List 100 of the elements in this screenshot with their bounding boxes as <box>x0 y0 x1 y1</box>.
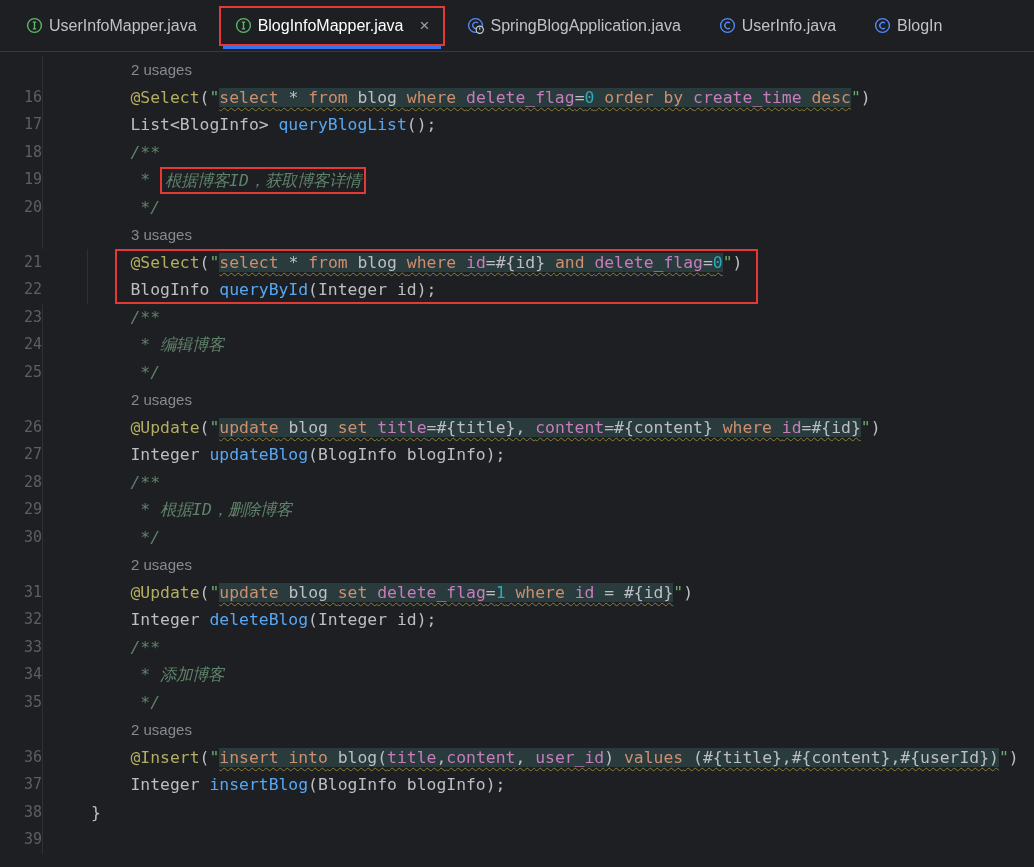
sql-text: blog <box>347 252 407 272</box>
sql-text: = <box>485 582 496 602</box>
sql-column: content <box>535 417 605 437</box>
sql-keyword: set <box>337 417 378 437</box>
code-text: BlogInfo <box>129 280 211 299</box>
sql-text: blog <box>278 417 338 437</box>
comment-text: */ <box>139 527 161 547</box>
sql-column: title <box>387 747 437 767</box>
line-number: 32 <box>0 606 43 634</box>
comment-text: /** <box>129 142 161 162</box>
line-number: 29 <box>0 496 43 524</box>
code-text: ( <box>199 87 210 107</box>
line-number: 28 <box>0 468 43 496</box>
comment-text: * <box>139 170 152 189</box>
comment-text: */ <box>139 362 161 382</box>
editor-tab[interactable]: UserInfoMapper.java <box>10 5 213 46</box>
sql-column: content <box>446 747 516 767</box>
editor-tab[interactable]: BlogInfoMapper.java × <box>218 5 446 46</box>
code-text: ( <box>199 582 210 602</box>
sql-text: (#{title},#{content},#{userId}) <box>683 747 999 767</box>
sql-keyword: where <box>722 417 782 437</box>
string-quote: " <box>998 747 1009 767</box>
line-number: 37 <box>0 771 43 799</box>
sql-text: blog <box>347 87 407 107</box>
number-literal: 0 <box>584 87 595 107</box>
code-text: ( <box>199 747 210 767</box>
sql-keyword: select <box>219 252 279 272</box>
string-quote: " <box>860 417 871 437</box>
string-quote: " <box>209 582 220 602</box>
usages-hint[interactable]: 3 usages <box>91 226 192 243</box>
code-text: (BlogInfo blogInfo); <box>308 775 506 794</box>
editor-tab[interactable]: BlogIn <box>858 5 959 46</box>
sql-text: , <box>515 747 536 767</box>
code-text: ) <box>683 582 694 602</box>
sql-keyword: insert into <box>219 747 328 767</box>
method-name: queryBlogList <box>278 115 407 134</box>
line-number: 20 <box>0 193 43 221</box>
sql-text: =#{title}, <box>426 417 536 437</box>
sql-column: id <box>466 252 486 272</box>
sql-keyword: values <box>623 747 684 767</box>
sql-keyword: set <box>337 582 378 602</box>
comment-text: /** <box>129 472 161 492</box>
annotation-name: @Select <box>129 252 200 272</box>
editor-tab[interactable]: SpringBlogApplication.java <box>451 5 697 46</box>
line-number: 19 <box>0 166 43 194</box>
sql-keyword: update <box>219 582 279 602</box>
line-number: 34 <box>0 661 43 689</box>
line-number: 17 <box>0 111 43 139</box>
number-literal: 0 <box>712 252 723 272</box>
sql-column: delete_flag <box>377 582 486 602</box>
class-icon <box>874 17 892 34</box>
method-name: updateBlog <box>209 445 309 464</box>
line-number: 26 <box>0 413 43 441</box>
sql-column: id <box>574 582 595 602</box>
sql-keyword: select <box>219 87 279 107</box>
comment-text: /** <box>129 637 161 657</box>
method-name: insertBlog <box>209 775 309 794</box>
comment-text: * 添加博客 <box>139 665 225 684</box>
annotation-name: @Update <box>129 582 200 602</box>
sql-column: id <box>781 417 802 437</box>
application-class-icon <box>467 17 485 34</box>
sql-keyword: from <box>308 252 348 272</box>
string-quote: " <box>209 747 220 767</box>
usages-hint[interactable]: 2 usages <box>91 721 192 738</box>
sql-keyword: where <box>406 87 467 107</box>
line-number: 23 <box>0 303 43 331</box>
code-text: (BlogInfo blogInfo); <box>308 445 506 464</box>
code-text: ( <box>199 252 210 272</box>
number-literal: 1 <box>495 582 506 602</box>
sql-text: =#{content} <box>604 417 723 437</box>
code-text: ) <box>870 417 881 437</box>
sql-text: =#{id} <box>485 252 555 272</box>
code-text: ) <box>860 87 871 107</box>
sql-keyword: where <box>406 252 467 272</box>
usages-hint[interactable]: 2 usages <box>91 556 192 573</box>
usages-hint[interactable]: 2 usages <box>91 61 192 78</box>
close-tab-button[interactable]: × <box>419 15 430 36</box>
highlighted-comment: 根据博客ID，获取博客详情 <box>160 167 366 194</box>
string-quote: " <box>209 252 220 272</box>
line-number: 35 <box>0 688 43 716</box>
sql-text: * <box>278 87 309 107</box>
code-text: Integer <box>129 610 201 629</box>
string-quote: " <box>673 582 684 602</box>
method-name: deleteBlog <box>209 610 309 629</box>
line-number: 25 <box>0 358 43 386</box>
string-quote: " <box>850 87 861 107</box>
sql-column: delete_flag <box>594 252 703 272</box>
class-icon <box>718 17 736 34</box>
sql-text: = #{id} <box>594 582 674 602</box>
line-number: 31 <box>0 578 43 606</box>
usages-hint[interactable]: 2 usages <box>91 391 192 408</box>
interface-icon <box>234 17 252 34</box>
code-text: (); <box>406 115 437 134</box>
sql-keyword: update <box>219 417 279 437</box>
line-number: 22 <box>22 279 42 300</box>
editor-tab[interactable]: UserInfo.java <box>702 5 853 46</box>
sql-text: * <box>278 252 309 272</box>
code-text: Integer <box>129 775 201 794</box>
sql-keyword: order by <box>594 87 694 107</box>
code-text: List<BlogInfo> <box>129 115 270 134</box>
